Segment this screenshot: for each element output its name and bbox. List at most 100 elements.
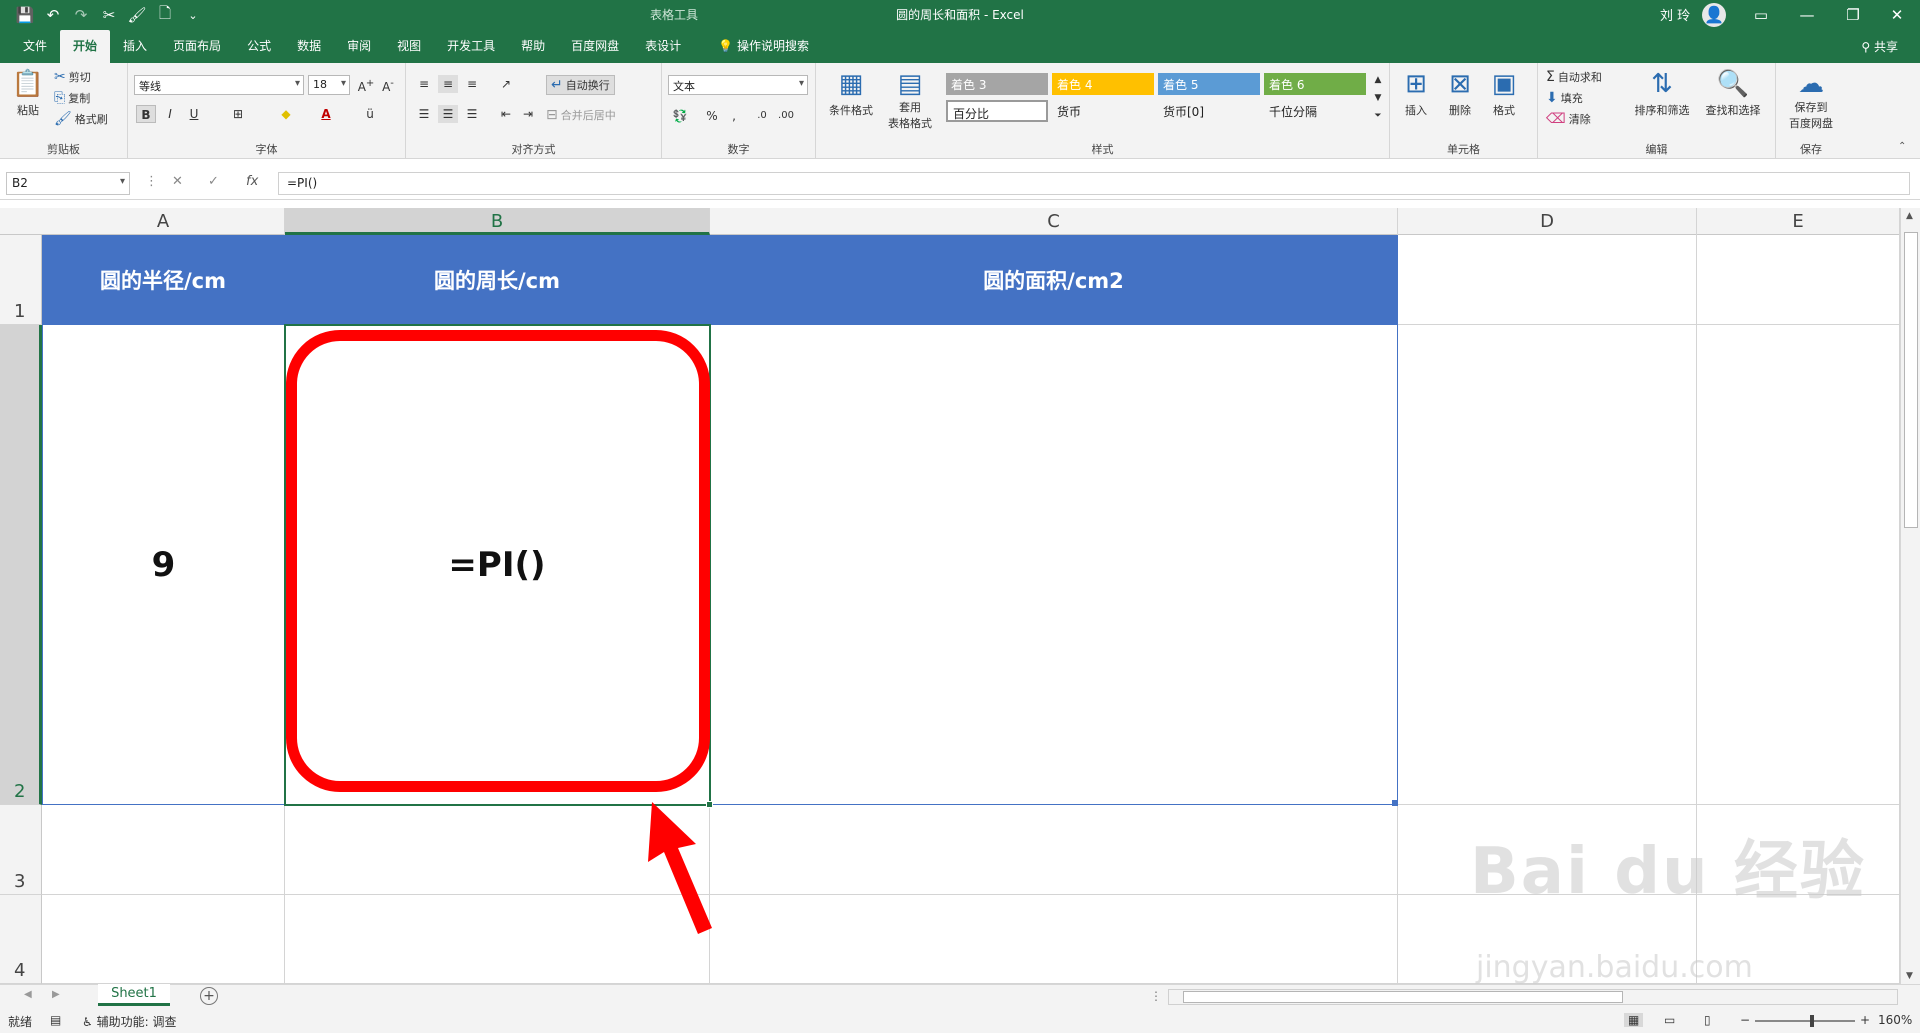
fill-color-icon[interactable]: ◆: [276, 105, 296, 123]
cut-button[interactable]: ✂ 剪切: [54, 69, 91, 85]
cell-d2[interactable]: [1398, 325, 1697, 805]
style-comma[interactable]: 千位分隔: [1264, 100, 1366, 122]
comma-button[interactable]: ,: [724, 107, 744, 125]
minimize-icon[interactable]: —: [1784, 0, 1830, 30]
avatar[interactable]: 👤: [1702, 3, 1726, 27]
tab-home[interactable]: 开始: [60, 30, 111, 63]
column-header-d[interactable]: D: [1398, 208, 1697, 235]
collapse-ribbon-icon[interactable]: ⌃: [1898, 141, 1906, 152]
underline-button[interactable]: U: [184, 105, 204, 123]
tab-view[interactable]: 视图: [384, 30, 434, 63]
vertical-scrollbar[interactable]: ▲ ▼: [1900, 208, 1920, 984]
tab-help[interactable]: 帮助: [508, 30, 558, 63]
page-layout-view-icon[interactable]: ▭: [1664, 1013, 1675, 1027]
find-select-button[interactable]: 🔍 查找和选择: [1698, 69, 1768, 118]
style-currency0[interactable]: 货币[0]: [1158, 100, 1260, 122]
normal-view-icon[interactable]: ▦: [1624, 1013, 1644, 1027]
save-to-netdisk-button[interactable]: ☁ 保存到 百度网盘: [1782, 69, 1840, 131]
format-painter-button[interactable]: 🖌 格式刷: [54, 111, 108, 127]
wrap-text-button[interactable]: ↵ 自动换行: [546, 75, 615, 95]
accounting-icon[interactable]: 💱: [670, 107, 690, 125]
styles-scroll-up-icon[interactable]: ▲: [1368, 71, 1388, 89]
accessibility-status[interactable]: ♿ 辅助功能: 调查: [82, 1013, 176, 1030]
zoom-slider-knob[interactable]: [1810, 1015, 1814, 1027]
save-icon[interactable]: 💾: [14, 6, 36, 24]
font-name-select[interactable]: 等线: [134, 75, 304, 95]
cell-a1[interactable]: 圆的半径/cm: [42, 235, 285, 325]
row-header-4[interactable]: 4: [0, 895, 42, 984]
column-header-e[interactable]: E: [1697, 208, 1900, 235]
cell-b1[interactable]: 圆的周长/cm: [285, 235, 710, 325]
fx-icon[interactable]: fx: [246, 174, 258, 189]
align-top-icon[interactable]: ≡: [414, 75, 434, 93]
align-bottom-icon[interactable]: ≡: [462, 75, 482, 93]
style-currency[interactable]: 货币: [1052, 100, 1154, 122]
add-sheet-icon[interactable]: +: [200, 987, 218, 1005]
percent-button[interactable]: %: [702, 107, 722, 125]
tab-developer[interactable]: 开发工具: [434, 30, 508, 63]
row-header-1[interactable]: 1: [0, 235, 42, 325]
align-middle-icon[interactable]: ≡: [438, 75, 458, 93]
column-header-c[interactable]: C: [710, 208, 1398, 235]
format-cells-button[interactable]: ▣ 格式: [1484, 69, 1524, 118]
horizontal-scrollbar[interactable]: [1168, 989, 1898, 1005]
cell-d1[interactable]: [1398, 235, 1697, 325]
tab-file[interactable]: 文件: [10, 30, 60, 63]
row-header-3[interactable]: 3: [0, 805, 42, 895]
new-file-icon[interactable]: 🗋: [154, 3, 176, 28]
conditional-format-button[interactable]: ▦ 条件格式: [824, 69, 878, 118]
horizontal-scroll-thumb[interactable]: [1183, 991, 1623, 1003]
style-accent5[interactable]: 着色 5: [1158, 73, 1260, 95]
format-as-table-button[interactable]: ▤ 套用 表格格式: [880, 69, 940, 131]
table-resize-handle[interactable]: [1392, 800, 1398, 806]
font-size-select[interactable]: 18: [308, 75, 350, 95]
prev-sheet-icon[interactable]: ◀: [24, 989, 32, 1000]
scroll-up-icon[interactable]: ▲: [1906, 211, 1913, 221]
page-break-view-icon[interactable]: ▯: [1704, 1013, 1711, 1027]
cut-icon[interactable]: ✂: [98, 6, 120, 24]
column-header-a[interactable]: A: [42, 208, 285, 235]
formula-input[interactable]: =PI(): [278, 172, 1910, 195]
tab-split-icon[interactable]: ⋮: [1150, 989, 1162, 1003]
autosum-button[interactable]: Σ 自动求和: [1546, 69, 1602, 85]
sheet-tab-sheet1[interactable]: Sheet1: [98, 984, 170, 1006]
ribbon-display-icon[interactable]: ▭: [1738, 0, 1784, 30]
copy-button[interactable]: ⎘ 复制: [54, 90, 90, 106]
brush-icon[interactable]: 🖌: [126, 6, 148, 24]
close-icon[interactable]: ✕: [1874, 0, 1920, 30]
sort-filter-button[interactable]: ⇅ 排序和筛选: [1630, 69, 1694, 118]
merge-center-button[interactable]: ⊟ 合并后居中: [546, 107, 616, 123]
restore-icon[interactable]: ❐: [1830, 0, 1876, 30]
tab-baidu-netdisk[interactable]: 百度网盘: [558, 30, 632, 63]
increase-decimal-icon[interactable]: .0: [752, 107, 772, 125]
border-icon[interactable]: ⊞: [228, 105, 248, 123]
enter-icon[interactable]: ✓: [208, 174, 219, 189]
decrease-decimal-icon[interactable]: .00: [776, 107, 796, 125]
zoom-level[interactable]: 160%: [1878, 1013, 1912, 1027]
user-name[interactable]: 刘 玲: [1660, 5, 1690, 24]
zoom-slider[interactable]: [1755, 1020, 1855, 1022]
redo-icon[interactable]: ↷: [70, 6, 92, 24]
cell-a3[interactable]: [42, 805, 285, 895]
decrease-indent-icon[interactable]: ⇤: [496, 105, 516, 123]
increase-indent-icon[interactable]: ⇥: [518, 105, 538, 123]
fill-button[interactable]: ⬇ 填充: [1546, 90, 1583, 106]
delete-cells-button[interactable]: ⊠ 删除: [1440, 69, 1480, 118]
style-accent6[interactable]: 着色 6: [1264, 73, 1366, 95]
style-accent3[interactable]: 着色 3: [946, 73, 1048, 95]
vertical-scroll-thumb[interactable]: [1904, 232, 1918, 528]
align-center-icon[interactable]: ☰: [438, 105, 458, 123]
orientation-icon[interactable]: ↗: [496, 75, 516, 93]
undo-icon[interactable]: ↶: [42, 6, 64, 24]
italic-button[interactable]: I: [160, 105, 180, 123]
cell-a4[interactable]: [42, 895, 285, 984]
clear-button[interactable]: ⌫ 清除: [1546, 111, 1591, 127]
tab-table-design[interactable]: 表设计: [632, 30, 694, 63]
zoom-in-icon[interactable]: +: [1860, 1013, 1870, 1027]
align-left-icon[interactable]: ☰: [414, 105, 434, 123]
styles-scroll-down-icon[interactable]: ▼: [1368, 89, 1388, 107]
next-sheet-icon[interactable]: ▶: [52, 989, 60, 1000]
cell-c4[interactable]: [710, 895, 1398, 984]
tab-page-layout[interactable]: 页面布局: [160, 30, 234, 63]
name-box[interactable]: B2: [6, 172, 130, 195]
